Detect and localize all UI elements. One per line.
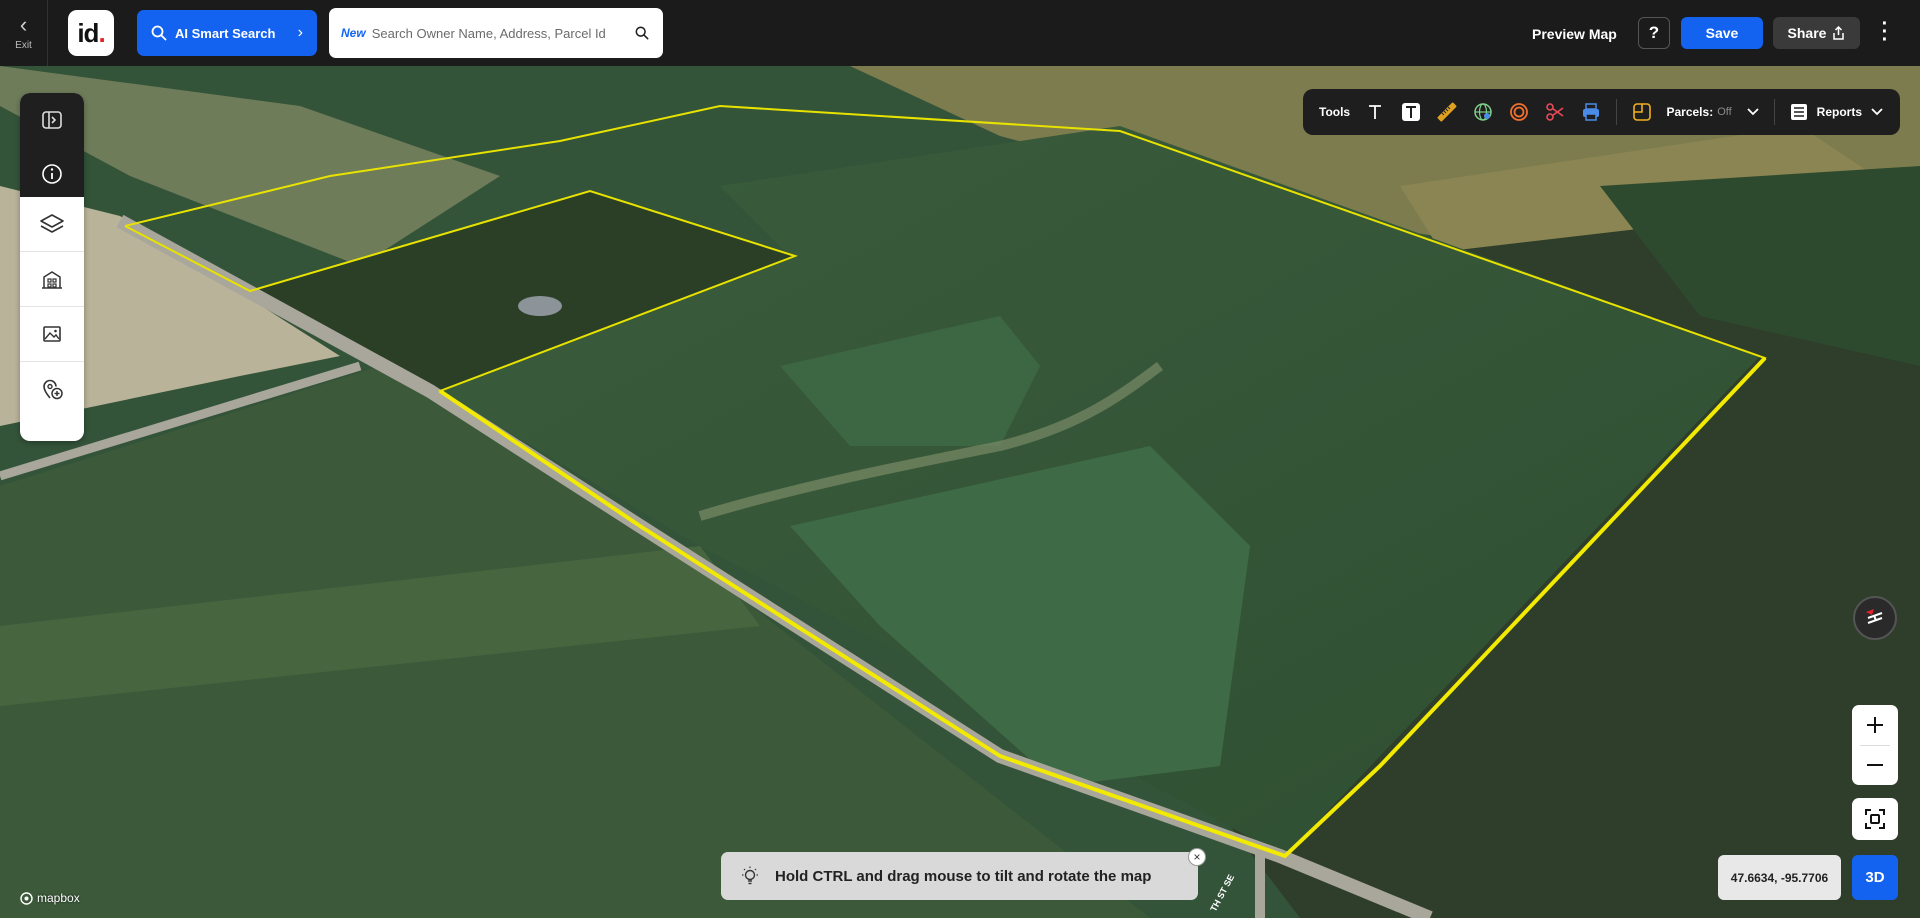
tools-bar: Tools Parcels: Off Reports — [1303, 89, 1900, 135]
chevron-left-icon: ‹ — [19, 11, 28, 37]
measure-tool-button[interactable] — [1436, 101, 1458, 123]
exit-button[interactable]: ‹ Exit — [0, 0, 48, 66]
logo-dot: . — [98, 17, 105, 48]
report-icon — [1790, 104, 1807, 120]
search-input[interactable] — [371, 25, 627, 41]
save-button[interactable]: Save — [1681, 17, 1763, 49]
top-bar: ‹ Exit id. AI Smart Search › New Preview… — [0, 0, 1920, 66]
text-box-tool-button[interactable] — [1400, 101, 1422, 123]
toolbar-divider — [1615, 99, 1617, 125]
sidebar-toggle-button[interactable] — [20, 93, 84, 147]
fit-bounds-button[interactable] — [1852, 798, 1898, 840]
logo-text: id — [77, 17, 99, 48]
sidebar-buildings-button[interactable] — [20, 252, 84, 306]
satellite-map — [0, 66, 1920, 918]
search-icon[interactable] — [633, 24, 651, 42]
sidebar-top-group — [20, 93, 84, 197]
zoom-in-button[interactable] — [1852, 705, 1898, 745]
image-icon — [43, 326, 61, 342]
compass-button[interactable] — [1853, 596, 1897, 640]
chevron-down-icon — [1871, 108, 1883, 116]
help-button[interactable]: ? — [1638, 17, 1670, 49]
share-button[interactable]: Share — [1773, 17, 1860, 49]
reports-label: Reports — [1816, 105, 1863, 119]
globe-tool-button[interactable] — [1472, 101, 1494, 123]
tools-label: Tools — [1319, 105, 1351, 119]
text-tool-button[interactable] — [1364, 101, 1386, 123]
search-icon — [151, 25, 167, 41]
reports-dropdown[interactable]: Reports — [1789, 102, 1884, 122]
globe-icon — [1474, 103, 1492, 121]
sidebar-layers-button[interactable] — [20, 197, 84, 251]
parcels-state: Off — [1717, 106, 1732, 118]
zoom-out-button[interactable] — [1852, 746, 1898, 786]
sidebar-imagery-button[interactable] — [20, 307, 84, 361]
panel-toggle-icon — [42, 111, 62, 129]
search-box: New — [329, 8, 663, 58]
sidebar-info-button[interactable] — [20, 147, 84, 201]
ai-smart-search-label: AI Smart Search — [175, 25, 276, 41]
ruler-icon — [1437, 102, 1457, 122]
zoom-controls — [1852, 705, 1898, 785]
compass-icon — [1866, 609, 1883, 624]
more-menu-icon[interactable]: · · · — [1878, 14, 1892, 50]
parcels-label: Parcels: — [1666, 105, 1714, 119]
preview-map-button[interactable]: Preview Map — [1532, 26, 1617, 42]
mapbox-attribution[interactable]: mapbox — [20, 891, 80, 905]
parcels-layer-button[interactable] — [1631, 101, 1653, 123]
lightbulb-icon — [742, 866, 758, 885]
tilt-hint-banner: Hold CTRL and drag mouse to tilt and rot… — [721, 852, 1198, 900]
mapbox-label: mapbox — [37, 891, 80, 905]
text-icon — [1369, 105, 1382, 119]
minus-icon — [1867, 764, 1883, 767]
share-label: Share — [1787, 25, 1827, 41]
share-icon — [1833, 26, 1845, 40]
chevron-right-icon: › — [297, 24, 303, 41]
scissors-icon — [1545, 103, 1564, 121]
left-sidebar — [20, 93, 84, 441]
parcels-dropdown[interactable]: Parcels: Off — [1666, 105, 1759, 119]
printer-icon — [1582, 103, 1599, 121]
map-canvas[interactable] — [0, 66, 1920, 918]
layers-icon — [40, 214, 64, 233]
close-hint-button[interactable]: × — [1188, 848, 1206, 866]
plus-icon — [1867, 716, 1883, 733]
info-icon — [42, 164, 62, 184]
text-box-icon — [1401, 103, 1420, 121]
radius-tool-button[interactable] — [1508, 101, 1530, 123]
3d-toggle-button[interactable]: 3D — [1852, 855, 1898, 900]
toolbar-divider — [1773, 99, 1775, 125]
exit-label: Exit — [15, 39, 32, 51]
app-logo[interactable]: id. — [68, 10, 114, 56]
new-badge: New — [341, 26, 366, 40]
hint-text: Hold CTRL and drag mouse to tilt and rot… — [775, 867, 1152, 885]
ai-smart-search-button[interactable]: AI Smart Search › — [137, 10, 317, 56]
close-icon: × — [1193, 850, 1201, 864]
add-location-icon — [43, 379, 63, 400]
sidebar-add-location-button[interactable] — [20, 362, 84, 416]
focus-frame-icon — [1865, 809, 1885, 829]
split-tool-button[interactable] — [1544, 101, 1566, 123]
mapbox-logo-icon — [20, 891, 33, 905]
coordinates-readout: 47.6634, -95.7706 — [1718, 855, 1841, 900]
radius-icon — [1509, 103, 1528, 121]
buildings-icon — [42, 271, 62, 289]
print-tool-button[interactable] — [1580, 101, 1602, 123]
chevron-down-icon — [1747, 108, 1759, 116]
parcels-icon — [1632, 103, 1651, 121]
